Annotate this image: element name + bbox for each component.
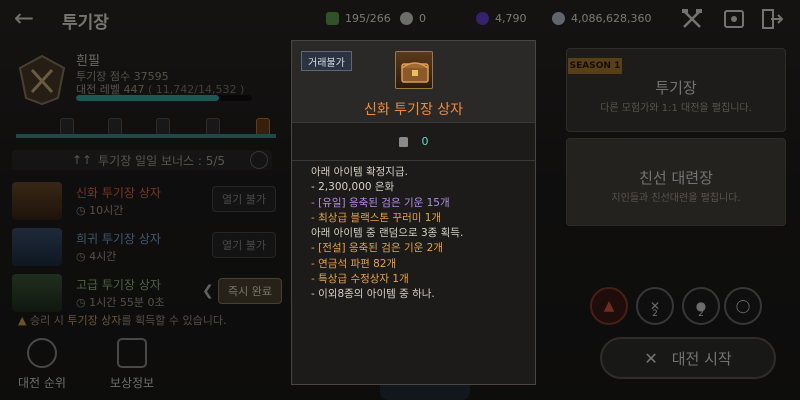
instant-complete-button[interactable]: 즉시 완료 bbox=[218, 278, 282, 304]
top-bar: ← 투기장 195/266 0 4,790 4,086,628,360 bbox=[0, 0, 800, 36]
arena-mode-desc: 다른 모험가와 1:1 대전을 펼칩니다. bbox=[600, 103, 752, 114]
item-tooltip: 거래불가 신화 투기장 상자 0 아래 아이템 확정지급. - 2,300,000… bbox=[291, 40, 536, 385]
start-battle-button[interactable]: ✕ 대전 시작 bbox=[600, 337, 776, 379]
page-title: 투기장 bbox=[62, 13, 109, 33]
resource-pearl-value: 0 bbox=[419, 11, 426, 25]
bonus-progress-track bbox=[16, 134, 276, 138]
reward-row: 희귀 투기장 상자 ◷ 4시간 열기 불가 bbox=[12, 226, 276, 270]
reward-row: 고급 투기장 상자 ◷ 1시간 55분 0초 ❮ 즉시 완료 bbox=[12, 272, 282, 316]
season-badge: SEASON 1 bbox=[568, 58, 622, 74]
description-line: - [유일] 응축된 검은 기운 15개 bbox=[311, 196, 450, 209]
arena-mode-title: 투기장 bbox=[655, 79, 697, 97]
skill-slot-axes[interactable]: ✕ 2 bbox=[636, 287, 674, 325]
resource-pearl: 0 bbox=[400, 9, 426, 27]
treasure-chest-icon bbox=[395, 51, 433, 89]
pearl-icon bbox=[400, 11, 413, 25]
reward-info-nav-label: 보상정보 bbox=[109, 376, 155, 390]
resource-silver-value: 4,086,628,360 bbox=[571, 11, 652, 25]
crossed-axes-icon[interactable] bbox=[680, 7, 704, 31]
description-line: - 연금석 파편 82개 bbox=[311, 257, 397, 270]
tooltip-header: 거래불가 신화 투기장 상자 bbox=[292, 41, 535, 123]
skill-level: 2 bbox=[698, 309, 704, 319]
skill-slot-paw[interactable]: ● 2 bbox=[682, 287, 720, 325]
item-description: 아래 아이템 확정지급. - 2,300,000 은화 - [유일] 응축된 검은 … bbox=[311, 165, 527, 303]
reward-time: ◷ 4시간 bbox=[76, 250, 117, 263]
resource-crystal-value: 4,790 bbox=[495, 11, 527, 25]
skill-level: 2 bbox=[652, 309, 658, 319]
daily-bonus-row: ↑↑ 투기장 일일 보너스 : 5/5 bbox=[12, 150, 272, 170]
friendly-match-panel[interactable]: 친선 대련장 지인들과 친선대련을 펼칩니다. bbox=[566, 138, 786, 226]
exit-icon[interactable] bbox=[760, 7, 784, 31]
reward-name: 신화 투기장 상자 bbox=[76, 186, 161, 200]
victory-notice: ▲ 승리 시 투기장 상자를 획득할 수 있습니다. bbox=[18, 312, 227, 328]
crystal-icon bbox=[476, 11, 489, 25]
notice-suffix: 를 획득할 수 있습니다. bbox=[121, 314, 227, 327]
untradable-badge: 거래불가 bbox=[301, 51, 352, 71]
close-icon: ✕ bbox=[644, 348, 658, 368]
reward-time: ◷ 1시간 55분 0초 bbox=[76, 296, 165, 309]
search-icon[interactable] bbox=[250, 151, 268, 169]
open-chest-button[interactable]: 열기 불가 bbox=[212, 186, 276, 212]
resource-silver: 4,086,628,360 bbox=[552, 9, 651, 27]
silver-coin-icon bbox=[552, 11, 565, 25]
notice-prefix: 승리 시 bbox=[29, 314, 68, 327]
reward-time: ◷ 10시간 bbox=[76, 204, 124, 217]
rare-chest-icon bbox=[12, 228, 62, 266]
reward-name: 희귀 투기장 상자 bbox=[76, 232, 161, 246]
item-count-row: 0 bbox=[292, 123, 535, 161]
warning-icon: ▲ bbox=[18, 314, 27, 327]
description-line: 아래 아이템 확정지급. bbox=[311, 166, 408, 178]
description-line: - 최상급 블랙스톤 꾸러미 1개 bbox=[311, 211, 442, 224]
daily-bonus-label: 투기장 일일 보너스 : 5/5 bbox=[98, 153, 226, 168]
ranking-nav-button[interactable]: 대전 순위 bbox=[2, 338, 82, 394]
description-line: - 특상급 수정상자 1개 bbox=[311, 273, 409, 286]
trophy-icon bbox=[27, 338, 57, 368]
back-arrow-icon[interactable]: ← bbox=[14, 6, 42, 30]
resource-crystal: 4,790 bbox=[476, 9, 527, 27]
energy-icon bbox=[326, 11, 339, 25]
key-icon: ◯ bbox=[735, 298, 751, 314]
chevron-left-icon[interactable]: ❮ bbox=[202, 283, 214, 299]
bonus-icon: ↑↑ bbox=[72, 153, 93, 167]
reward-name: 고급 투기장 상자 bbox=[76, 278, 161, 292]
open-chest-button[interactable]: 열기 불가 bbox=[212, 232, 276, 258]
resource-energy-value: 195/266 bbox=[345, 11, 391, 25]
player-name: 흰필 bbox=[76, 54, 100, 69]
item-count: 0 bbox=[421, 135, 429, 148]
friendly-match-desc: 지인들과 친선대련을 펼칩니다. bbox=[611, 193, 741, 204]
friendly-match-title: 친선 대련장 bbox=[639, 169, 713, 187]
description-line: - [전설] 응축된 검은 기운 2개 bbox=[311, 242, 443, 255]
reward-time-value: 4시간 bbox=[89, 250, 117, 263]
level-progress-bar bbox=[76, 95, 252, 101]
skill-slot-key[interactable]: ◯ bbox=[724, 287, 762, 325]
description-line: 아래 아이템 중 랜덤으로 3종 획득. bbox=[311, 227, 464, 240]
start-battle-label: 대전 시작 bbox=[671, 349, 732, 368]
skill-slot-fire[interactable]: ▲ bbox=[590, 287, 628, 325]
description-line: - 이외8종의 아이템 중 하나. bbox=[311, 288, 435, 301]
notice-highlight: 투기장 상자 bbox=[67, 314, 122, 327]
item-name: 신화 투기장 상자 bbox=[363, 102, 464, 118]
mythic-chest-icon bbox=[12, 182, 62, 220]
reward-time-value: 10시간 bbox=[89, 204, 124, 217]
reward-info-nav-button[interactable]: 보상정보 bbox=[92, 338, 172, 394]
flame-icon: ▲ bbox=[603, 298, 615, 314]
advanced-chest-icon bbox=[12, 274, 62, 312]
reward-row: 신화 투기장 상자 ◷ 10시간 열기 불가 bbox=[12, 180, 276, 224]
inventory-icon[interactable] bbox=[722, 7, 746, 31]
reward-time-value: 1시간 55분 0초 bbox=[89, 296, 165, 309]
rank-emblem-icon bbox=[14, 54, 70, 106]
description-line: - 2,300,000 은화 bbox=[311, 181, 395, 194]
resource-energy: 195/266 bbox=[326, 9, 391, 27]
reward-info-icon bbox=[117, 338, 147, 368]
ranking-nav-label: 대전 순위 bbox=[18, 376, 66, 390]
bag-icon bbox=[398, 136, 408, 147]
level-progress-fill bbox=[76, 95, 219, 101]
